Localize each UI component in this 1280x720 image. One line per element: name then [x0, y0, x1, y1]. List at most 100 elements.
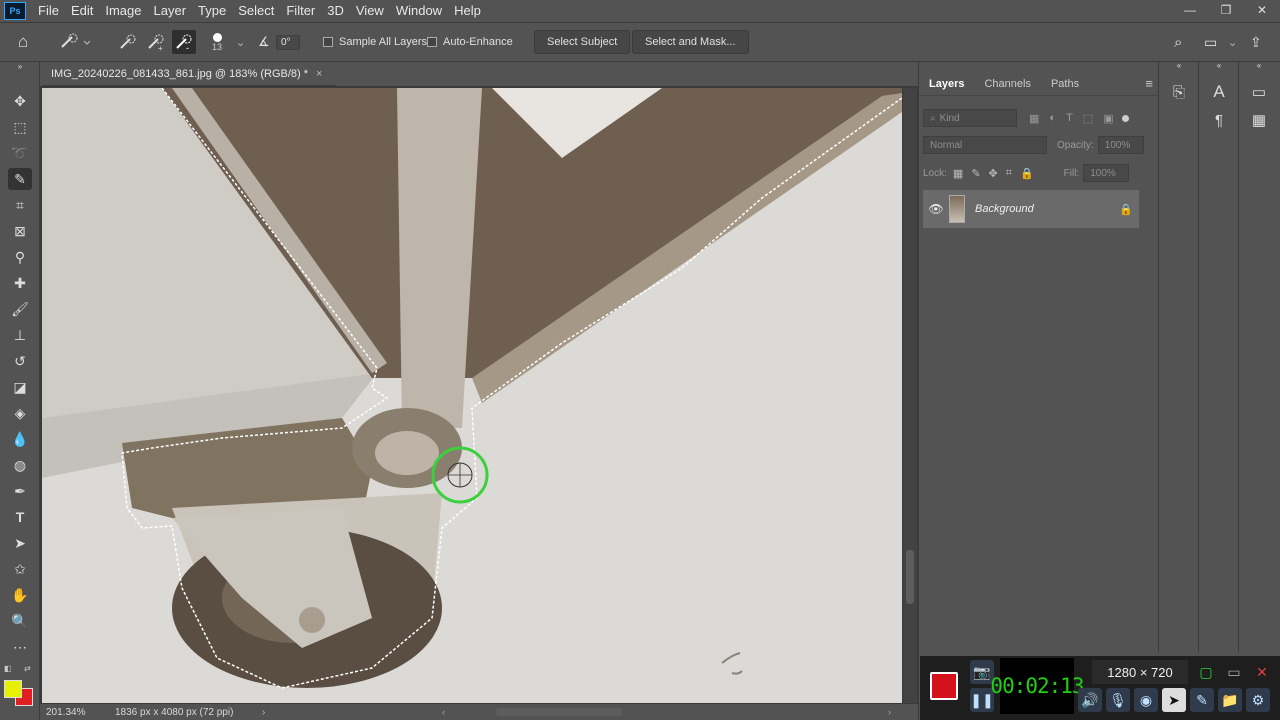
angle-field[interactable]: 0°	[276, 23, 300, 61]
marquee-tool-icon[interactable]: ⬚	[8, 116, 32, 138]
history-brush-tool-icon[interactable]: ↺	[8, 350, 32, 372]
zoom-tool-icon[interactable]: 🔍	[8, 610, 32, 632]
sample-all-layers-checkbox[interactable]: Sample All Layers	[323, 23, 427, 61]
folder-icon[interactable]: 📁	[1218, 688, 1242, 712]
shape-filter-icon[interactable]: ⬚	[1083, 112, 1093, 125]
menu-edit[interactable]: Edit	[65, 0, 99, 22]
scroll-left-icon[interactable]: ‹	[442, 707, 445, 717]
shape-tool-icon[interactable]: ✩	[8, 558, 32, 580]
filter-toggle-icon[interactable]	[1121, 114, 1129, 122]
collapse-panels-icon[interactable]: «	[1247, 60, 1271, 70]
paint-bucket-tool-icon[interactable]: ◈	[8, 402, 32, 424]
collapse-panels-icon[interactable]: «	[1207, 60, 1231, 70]
menu-window[interactable]: Window	[390, 0, 448, 22]
quick-selection-tool-icon[interactable]: ✎	[8, 168, 32, 190]
cursor-icon[interactable]: ➤	[1162, 688, 1186, 712]
lock-image-icon[interactable]: ✎	[971, 167, 980, 180]
blur-tool-icon[interactable]: 💧	[8, 428, 32, 450]
tool-preset-icon[interactable]	[58, 23, 90, 61]
crop-tool-icon[interactable]: ⌗	[8, 194, 32, 216]
fullscreen-icon[interactable]: ▢	[1194, 660, 1218, 684]
swap-colors-icon[interactable]: ⇄	[24, 664, 31, 673]
auto-enhance-checkbox[interactable]: Auto-Enhance	[427, 23, 513, 61]
menu-select[interactable]: Select	[232, 0, 280, 22]
horizontal-scroll-thumb[interactable]	[496, 708, 622, 716]
pen-tool-icon[interactable]: ✒	[8, 480, 32, 502]
select-subject-button[interactable]: Select Subject	[534, 30, 631, 54]
hand-tool-icon[interactable]: ✋	[8, 584, 32, 606]
default-colors-icon[interactable]: ◧	[4, 664, 12, 673]
eraser-tool-icon[interactable]: ◪	[8, 376, 32, 398]
more-tools-icon[interactable]: ⋯	[8, 636, 32, 658]
swatches-icon[interactable]: ▦	[1247, 108, 1271, 132]
character-icon[interactable]: A	[1207, 80, 1231, 104]
type-filter-icon[interactable]: T	[1066, 112, 1073, 124]
path-selection-tool-icon[interactable]: ➤	[8, 532, 32, 554]
clone-stamp-tool-icon[interactable]: ⊥	[8, 324, 32, 346]
subtract-from-selection-icon[interactable]: -	[172, 30, 196, 54]
workspace-icon[interactable]: ▭	[1204, 23, 1217, 61]
speaker-icon[interactable]: 🔊	[1078, 688, 1102, 712]
home-icon[interactable]: ⌂	[18, 23, 28, 61]
lock-transparent-icon[interactable]: ▦	[953, 167, 963, 180]
history-icon[interactable]: ⎘	[1167, 80, 1191, 104]
image-canvas[interactable]	[42, 88, 902, 703]
layer-name[interactable]: Background	[975, 203, 1119, 215]
menu-3d[interactable]: 3D	[321, 0, 350, 22]
healing-brush-tool-icon[interactable]: ✚	[8, 272, 32, 294]
tab-paths[interactable]: Paths	[1041, 72, 1089, 96]
vertical-scrollbar[interactable]	[903, 88, 917, 703]
layer-row-background[interactable]: 👁 Background 🔒	[923, 190, 1139, 228]
zoom-level[interactable]: 201.34%	[46, 707, 85, 718]
collapse-panels-icon[interactable]: «	[1167, 60, 1191, 70]
microphone-icon[interactable]: 🎙	[1106, 688, 1130, 712]
opacity-field[interactable]: 100%	[1097, 136, 1144, 154]
minimize-icon[interactable]: —	[1172, 0, 1208, 20]
search-icon[interactable]: ⌕	[1174, 23, 1182, 61]
smart-object-filter-icon[interactable]: ▣	[1103, 112, 1113, 125]
brush-size-picker[interactable]: 13	[212, 23, 222, 61]
kind-filter[interactable]: ⌕ Kind	[923, 109, 1017, 127]
menu-image[interactable]: Image	[99, 0, 147, 22]
menu-view[interactable]: View	[350, 0, 390, 22]
lock-position-icon[interactable]: ✥	[989, 167, 998, 180]
document-tab[interactable]: IMG_20240226_081433_861.jpg @ 183% (RGB/…	[42, 62, 336, 86]
dodge-tool-icon[interactable]: ◍	[8, 454, 32, 476]
menu-file[interactable]: File	[32, 0, 65, 22]
settings-gear-icon[interactable]: ⚙	[1246, 688, 1270, 712]
lock-artboard-icon[interactable]: ⌗	[1006, 167, 1012, 180]
close-document-icon[interactable]: ×	[316, 68, 322, 80]
menu-type[interactable]: Type	[192, 0, 232, 22]
minimize-recorder-icon[interactable]: ▭	[1222, 660, 1246, 684]
properties-icon[interactable]: ▭	[1247, 80, 1271, 104]
paragraph-icon[interactable]: ¶	[1207, 108, 1231, 132]
lock-all-icon[interactable]: 🔒	[1020, 167, 1034, 180]
frame-tool-icon[interactable]: ⊠	[8, 220, 32, 242]
pixel-filter-icon[interactable]: ▦	[1029, 112, 1039, 125]
fill-field[interactable]: 100%	[1083, 164, 1130, 182]
webcam-icon[interactable]: ◉	[1134, 688, 1158, 712]
menu-filter[interactable]: Filter	[280, 0, 321, 22]
eyedropper-tool-icon[interactable]: ⚲	[8, 246, 32, 268]
blend-mode-select[interactable]: Normal	[923, 136, 1047, 154]
foreground-color-swatch[interactable]	[4, 680, 22, 698]
menu-help[interactable]: Help	[448, 0, 487, 22]
panel-menu-icon[interactable]: ≡	[1145, 76, 1153, 91]
adjustment-filter-icon[interactable]: ◐	[1049, 112, 1056, 124]
scroll-right-icon[interactable]: ›	[888, 707, 891, 717]
menu-layer[interactable]: Layer	[148, 0, 193, 22]
brush-tool-icon[interactable]: 🖌	[8, 298, 32, 320]
status-menu-icon[interactable]: ›	[262, 707, 265, 718]
select-and-mask-button[interactable]: Select and Mask...	[632, 30, 749, 54]
lasso-tool-icon[interactable]: ➰	[8, 142, 32, 164]
visibility-eye-icon[interactable]: 👁	[923, 202, 949, 216]
close-recorder-icon[interactable]: ✕	[1250, 660, 1274, 684]
tab-channels[interactable]: Channels	[974, 72, 1040, 96]
tab-layers[interactable]: Layers	[919, 72, 974, 96]
vertical-scroll-thumb[interactable]	[906, 550, 914, 604]
collapse-tools-icon[interactable]: »	[8, 62, 32, 71]
chevron-down-icon[interactable]: ⌄	[236, 23, 245, 61]
chevron-down-icon[interactable]: ⌄	[1228, 23, 1237, 61]
share-icon[interactable]: ⇪	[1250, 23, 1262, 61]
pen-draw-icon[interactable]: ✎	[1190, 688, 1214, 712]
